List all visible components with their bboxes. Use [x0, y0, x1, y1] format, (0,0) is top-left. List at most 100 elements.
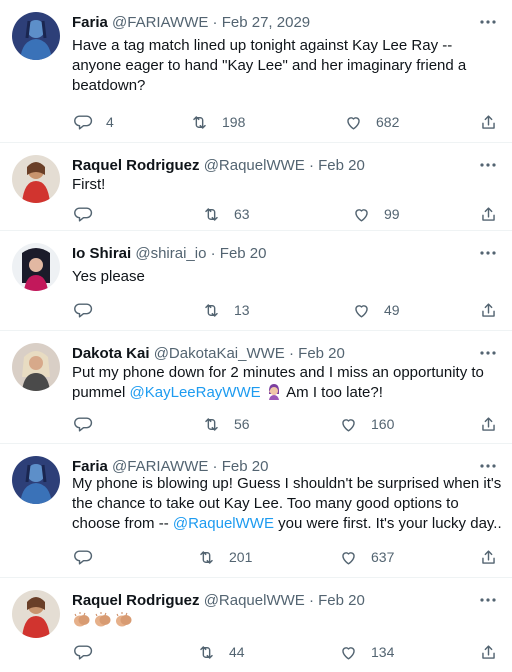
tweet-text-part: Have a tag match lined up tonight agains… — [72, 37, 467, 94]
tweet-text: My phone is blowing up! Guess I shouldn'… — [72, 474, 504, 534]
retweet-count: 63 — [234, 206, 250, 222]
display-name[interactable]: Dakota Kai — [72, 345, 150, 362]
retweet-icon — [202, 301, 221, 320]
mention-link[interactable]: @RaquelWWE — [173, 515, 274, 532]
tweet[interactable]: Faria @FARIAWWE · Feb 20 My phone is blo… — [0, 444, 512, 578]
like-button[interactable]: 160 — [339, 413, 394, 435]
reply-icon — [74, 113, 93, 132]
share-button[interactable] — [479, 299, 498, 321]
tweet-header: Raquel Rodriguez @RaquelWWE · Feb 20 — [72, 155, 472, 177]
more-options-icon[interactable] — [478, 343, 498, 363]
like-count: 49 — [384, 302, 400, 318]
display-name[interactable]: Faria — [72, 458, 108, 475]
action-bar: 56 160 — [72, 413, 502, 435]
reply-button[interactable] — [74, 299, 106, 321]
display-name[interactable]: Faria — [72, 14, 108, 31]
display-name[interactable]: Raquel Rodriguez — [72, 157, 200, 174]
retweet-icon — [197, 643, 216, 662]
like-button[interactable]: 637 — [339, 546, 394, 568]
more-options-icon[interactable] — [478, 456, 498, 476]
handle[interactable]: @DakotaKai_WWE — [154, 345, 285, 362]
share-icon — [479, 301, 498, 320]
tweet-text: Have a tag match lined up tonight agains… — [72, 36, 502, 98]
tweet-thread: Faria @FARIAWWE · Feb 27, 2029 Have a ta… — [0, 0, 512, 672]
like-button[interactable]: 99 — [352, 203, 400, 225]
avatar[interactable] — [12, 590, 60, 638]
retweet-button[interactable]: 13 — [202, 299, 250, 321]
reply-button[interactable] — [74, 413, 106, 435]
avatar[interactable] — [12, 243, 60, 291]
avatar[interactable] — [12, 12, 60, 60]
reply-icon — [74, 548, 93, 567]
share-button[interactable] — [479, 413, 498, 435]
separator: · — [304, 592, 319, 609]
display-name[interactable]: Raquel Rodriguez — [72, 592, 200, 609]
more-options-icon[interactable] — [478, 590, 498, 610]
handle[interactable]: @shirai_io — [135, 245, 206, 262]
clapping-hands-emoji — [93, 612, 112, 628]
handle[interactable]: @RaquelWWE — [204, 157, 305, 174]
retweet-button[interactable]: 198 — [190, 111, 245, 133]
retweet-button[interactable]: 201 — [197, 546, 252, 568]
share-button[interactable] — [479, 546, 498, 568]
timestamp[interactable]: Feb 27, 2029 — [222, 14, 310, 31]
like-count: 160 — [371, 416, 395, 432]
display-name[interactable]: Io Shirai — [72, 245, 131, 262]
action-bar: 201 637 — [72, 546, 502, 568]
reply-button[interactable] — [74, 546, 106, 568]
tweet[interactable]: Io Shirai @shirai_io · Feb 20 Yes please… — [0, 231, 512, 331]
retweet-icon — [202, 205, 221, 224]
like-icon — [344, 113, 363, 132]
tweet[interactable]: Dakota Kai @DakotaKai_WWE · Feb 20 Put m… — [0, 331, 512, 444]
share-button[interactable] — [479, 641, 498, 663]
timestamp[interactable]: Feb 20 — [298, 345, 345, 362]
tweet[interactable]: Raquel Rodriguez @RaquelWWE · Feb 20 44 … — [0, 578, 512, 672]
like-button[interactable]: 49 — [352, 299, 400, 321]
handle[interactable]: @FARIAWWE — [112, 14, 208, 31]
tweet-text-part: First! — [72, 176, 106, 193]
handle[interactable]: @RaquelWWE — [204, 592, 305, 609]
timestamp[interactable]: Feb 20 — [220, 245, 267, 262]
retweet-button[interactable]: 63 — [202, 203, 250, 225]
avatar[interactable] — [12, 155, 60, 203]
share-icon — [479, 415, 498, 434]
retweet-count: 56 — [234, 416, 250, 432]
like-button[interactable]: 134 — [339, 641, 394, 663]
woman-facepalming-emoji — [267, 384, 281, 400]
like-button[interactable]: 682 — [344, 111, 399, 133]
timestamp[interactable]: Feb 20 — [318, 157, 365, 174]
avatar[interactable] — [12, 343, 60, 391]
share-button[interactable] — [479, 111, 498, 133]
timestamp[interactable]: Feb 20 — [318, 592, 365, 609]
reply-button[interactable] — [74, 641, 106, 663]
like-count: 637 — [371, 549, 395, 565]
like-icon — [339, 415, 358, 434]
timestamp[interactable]: Feb 20 — [222, 458, 269, 475]
retweet-count: 44 — [229, 644, 245, 660]
action-bar: 44 134 — [72, 641, 502, 663]
retweet-count: 198 — [222, 114, 246, 130]
retweet-button[interactable]: 44 — [197, 641, 245, 663]
tweet[interactable]: Faria @FARIAWWE · Feb 27, 2029 Have a ta… — [0, 0, 512, 143]
retweet-icon — [197, 548, 216, 567]
mention-link[interactable]: @KayLeeRayWWE — [130, 384, 261, 401]
tweet[interactable]: Raquel Rodriguez @RaquelWWE · Feb 20 Fir… — [0, 143, 512, 231]
like-icon — [339, 548, 358, 567]
tweet-text: Put my phone down for 2 minutes and I mi… — [72, 363, 492, 403]
share-icon — [479, 548, 498, 567]
separator: · — [206, 245, 220, 262]
retweet-count: 13 — [234, 302, 250, 318]
more-options-icon[interactable] — [478, 12, 498, 32]
retweet-icon — [202, 415, 221, 434]
reply-icon — [74, 205, 93, 224]
share-button[interactable] — [479, 203, 498, 225]
reply-button[interactable] — [74, 203, 106, 225]
more-options-icon[interactable] — [478, 243, 498, 263]
tweet-header: Faria @FARIAWWE · Feb 27, 2029 — [72, 12, 472, 34]
reply-button[interactable]: 4 — [74, 111, 114, 133]
handle[interactable]: @FARIAWWE — [112, 458, 208, 475]
avatar[interactable] — [12, 456, 60, 504]
tweet-text: First! — [72, 175, 502, 195]
more-options-icon[interactable] — [478, 155, 498, 175]
retweet-button[interactable]: 56 — [202, 413, 250, 435]
